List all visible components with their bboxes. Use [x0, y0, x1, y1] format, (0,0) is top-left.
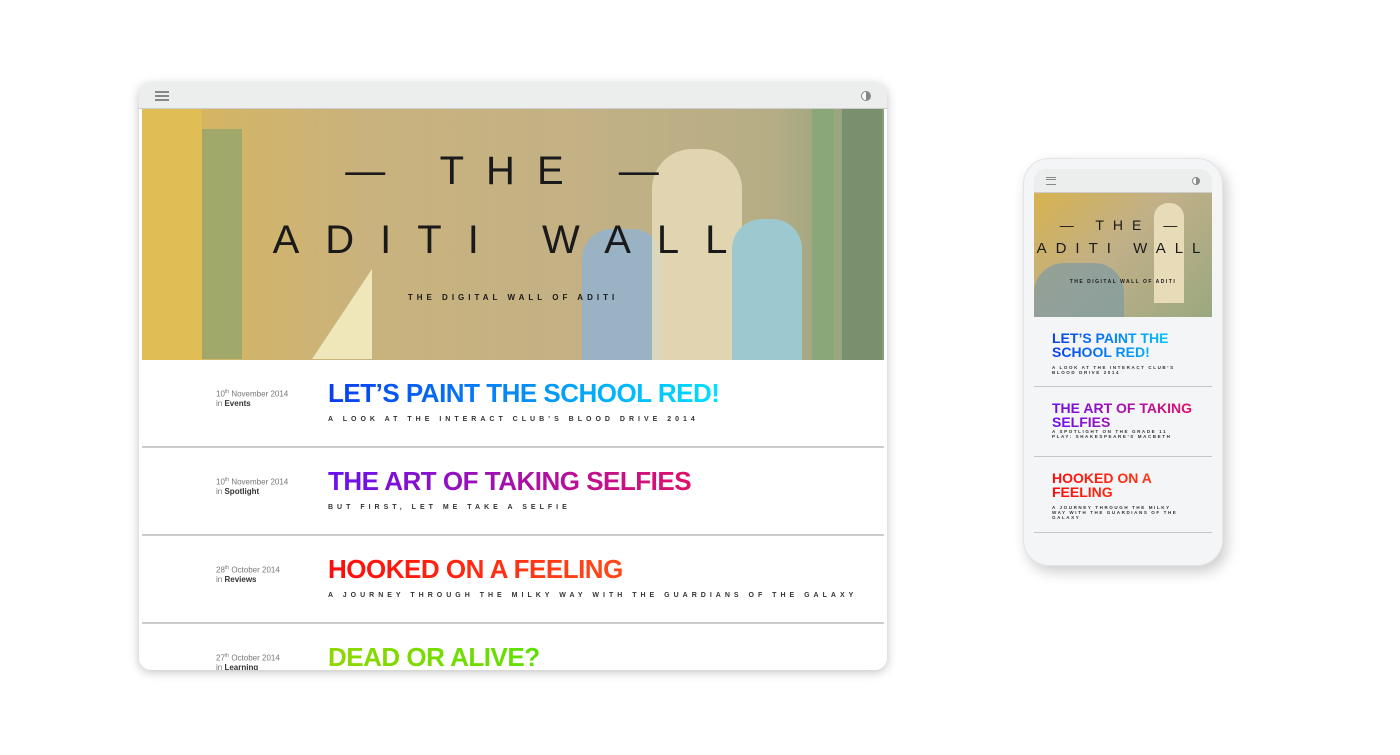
top-bar: [139, 83, 887, 109]
post-subtitle: A journey through the Milky Way with the…: [328, 592, 858, 599]
post-category-link[interactable]: Events: [224, 399, 250, 408]
hero-banner: — THE — ADITI WALL THE DIGITAL WALL OF A…: [142, 109, 884, 360]
site-tagline: THE DIGITAL WALL OF ADITI: [407, 293, 619, 302]
post-subtitle: A look at the Interact Club’s Blood Driv…: [1052, 365, 1175, 375]
mobile-hero-banner: — THE — ADITI WALL THE DIGITAL WALL OF A…: [1034, 193, 1212, 317]
site-title-line1: — THE —: [345, 149, 681, 193]
post-meta: 27th October 2014 in Learning: [216, 653, 280, 670]
post-title-link[interactable]: HOOKED ON A FEELING: [1052, 471, 1192, 499]
post-title-link[interactable]: THE ART OF TAKING SELFIES: [1052, 401, 1192, 429]
site-tagline: THE DIGITAL WALL OF ADITI: [1069, 279, 1177, 285]
post-subtitle: A look at the Interact Club’s Blood Driv…: [328, 416, 699, 423]
post-item[interactable]: 28th October 2014 in Reviews HOOKED ON A …: [142, 536, 884, 624]
mobile-post-item[interactable]: HOOKED ON A FEELING A journey through th…: [1034, 457, 1212, 533]
post-subtitle: But first, let me take a selfie: [328, 504, 571, 511]
phone-mockup: — THE — ADITI WALL THE DIGITAL WALL OF A…: [1023, 158, 1223, 566]
post-title-link[interactable]: LET’S PAINT THE SCHOOL RED!: [328, 378, 720, 409]
site-title-line2: ADITI WALL: [272, 218, 754, 262]
post-title-link[interactable]: THE ART OF TAKING SELFIES: [328, 466, 692, 497]
post-category-link[interactable]: Learning: [224, 663, 258, 670]
hamburger-menu-icon[interactable]: [1046, 176, 1056, 185]
post-meta: 10th November 2014 in Spotlight: [216, 477, 289, 496]
post-category-link[interactable]: Reviews: [224, 575, 256, 584]
mobile-top-bar: [1034, 169, 1212, 193]
post-subtitle: A spotlight on the Grade 11 play: Shakes…: [1052, 429, 1172, 439]
post-title-link[interactable]: HOOKED ON A FEELING: [328, 554, 623, 585]
site-title-line2: ADITI WALL: [1036, 240, 1210, 257]
post-meta: 10th November 2014 in Events: [216, 389, 289, 408]
contrast-toggle-icon[interactable]: [861, 90, 871, 101]
post-title-link[interactable]: DEAD OR ALIVE?: [328, 642, 540, 670]
contrast-toggle-icon[interactable]: [1192, 176, 1200, 185]
mobile-post-item[interactable]: THE ART OF TAKING SELFIES A spotlight on…: [1034, 387, 1212, 457]
post-title-link[interactable]: LET’S PAINT THE SCHOOL RED!: [1052, 331, 1192, 359]
site-title-line1: — THE —: [1059, 217, 1187, 233]
mobile-post-item[interactable]: LET’S PAINT THE SCHOOL RED! A look at th…: [1034, 317, 1212, 387]
post-category-link[interactable]: Spotlight: [224, 487, 259, 496]
post-item[interactable]: 10th November 2014 in Events LET’S PAINT …: [142, 360, 884, 448]
hamburger-menu-icon[interactable]: [155, 90, 169, 101]
post-item[interactable]: 27th October 2014 in Learning DEAD OR ALI…: [142, 624, 884, 670]
post-subtitle: A journey through the Milky Way with the…: [1052, 505, 1178, 520]
post-item[interactable]: 10th November 2014 in Spotlight THE ART O…: [142, 448, 884, 536]
tablet-mockup: — THE — ADITI WALL THE DIGITAL WALL OF A…: [139, 83, 887, 670]
post-meta: 28th October 2014 in Reviews: [216, 565, 280, 584]
